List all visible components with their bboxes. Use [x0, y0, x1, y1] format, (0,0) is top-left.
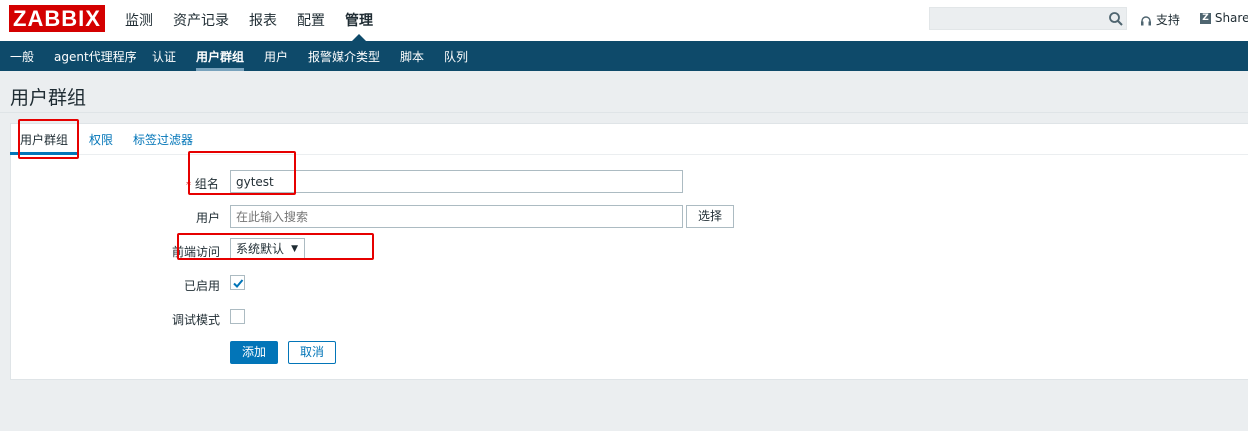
users-label: 用户 — [196, 211, 221, 225]
sub-nav-general[interactable]: 一般 — [10, 48, 34, 65]
zabbix-logo[interactable]: ZABBIX — [9, 5, 105, 32]
add-button[interactable]: 添加 — [230, 341, 278, 364]
headset-icon — [1141, 15, 1151, 25]
sub-nav-active-underline — [196, 68, 244, 71]
tab-permissions[interactable]: 权限 — [89, 131, 113, 148]
sub-nav-authentication[interactable]: 认证 — [152, 48, 176, 65]
share-icon: Z — [1200, 13, 1211, 24]
page-title: 用户群组 — [10, 87, 87, 109]
sub-nav-user-groups[interactable]: 用户群组 — [196, 48, 244, 65]
sub-nav-queue[interactable]: 队列 — [444, 48, 468, 65]
top-nav-configuration[interactable]: 配置 — [297, 10, 325, 30]
top-nav-reports[interactable]: 报表 — [249, 10, 277, 30]
enabled-label: 已启用 — [184, 279, 221, 293]
sub-nav-scripts[interactable]: 脚本 — [400, 48, 424, 65]
share-label: Share — [1214, 11, 1248, 25]
share-link[interactable]: Z Share — [1200, 11, 1248, 25]
debug-mode-checkbox[interactable] — [230, 309, 245, 324]
top-nav-monitoring[interactable]: 监测 — [125, 10, 153, 30]
annotation-box-frontend-access — [177, 233, 374, 260]
sub-nav: 一般 agent代理程序 认证 用户群组 用户 报警媒介类型 脚本 队列 — [0, 41, 1248, 71]
annotation-box-tab — [18, 119, 79, 159]
support-label: 支持 — [1155, 13, 1180, 27]
search-icon[interactable] — [1108, 11, 1124, 27]
annotation-box-group-name — [188, 151, 296, 195]
cancel-button[interactable]: 取消 — [288, 341, 336, 364]
top-nav-administration[interactable]: 管理 — [345, 10, 373, 30]
active-nav-caret — [352, 34, 366, 41]
enabled-checkbox[interactable] — [230, 275, 245, 290]
users-search-input[interactable] — [230, 205, 683, 228]
support-link[interactable]: 支持 — [1140, 11, 1180, 27]
group-name-input[interactable] — [230, 170, 683, 193]
search-input[interactable] — [929, 7, 1127, 30]
tab-tag-filter[interactable]: 标签过滤器 — [133, 131, 193, 148]
top-nav-inventory[interactable]: 资产记录 — [173, 10, 229, 30]
top-header: ZABBIX 监测 资产记录 报表 配置 管理 支持 Z Share — [0, 0, 1248, 41]
checkmark-icon — [233, 279, 244, 288]
debug-mode-label: 调试模式 — [172, 313, 221, 327]
sub-nav-media-types[interactable]: 报警媒介类型 — [308, 48, 380, 65]
sub-nav-users[interactable]: 用户 — [264, 48, 288, 65]
select-users-button[interactable]: 选择 — [686, 205, 734, 228]
title-divider — [0, 112, 1248, 113]
sub-nav-proxies[interactable]: agent代理程序 — [54, 48, 137, 65]
